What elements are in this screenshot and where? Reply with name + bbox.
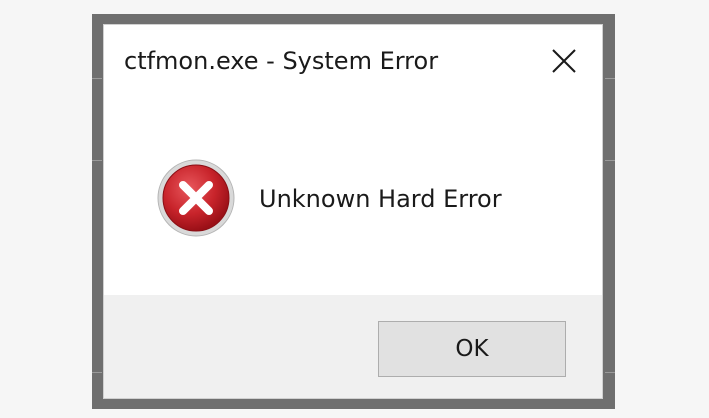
- backdrop-divider: [605, 372, 615, 373]
- backdrop-divider: [605, 78, 615, 79]
- backdrop-divider: [92, 160, 102, 161]
- dialog-title: ctfmon.exe - System Error: [124, 47, 439, 75]
- close-button[interactable]: [544, 41, 584, 81]
- system-error-dialog: ctfmon.exe - System Error Unknown Hard E…: [103, 24, 603, 399]
- error-icon: [156, 158, 236, 238]
- backdrop-divider: [605, 160, 615, 161]
- dialog-footer: OK: [104, 295, 602, 398]
- backdrop-divider: [92, 78, 102, 79]
- screen: ctfmon.exe - System Error Unknown Hard E…: [0, 0, 709, 418]
- error-message: Unknown Hard Error: [259, 185, 502, 213]
- ok-button[interactable]: OK: [378, 321, 566, 377]
- close-icon: [552, 49, 576, 73]
- backdrop-divider: [92, 372, 102, 373]
